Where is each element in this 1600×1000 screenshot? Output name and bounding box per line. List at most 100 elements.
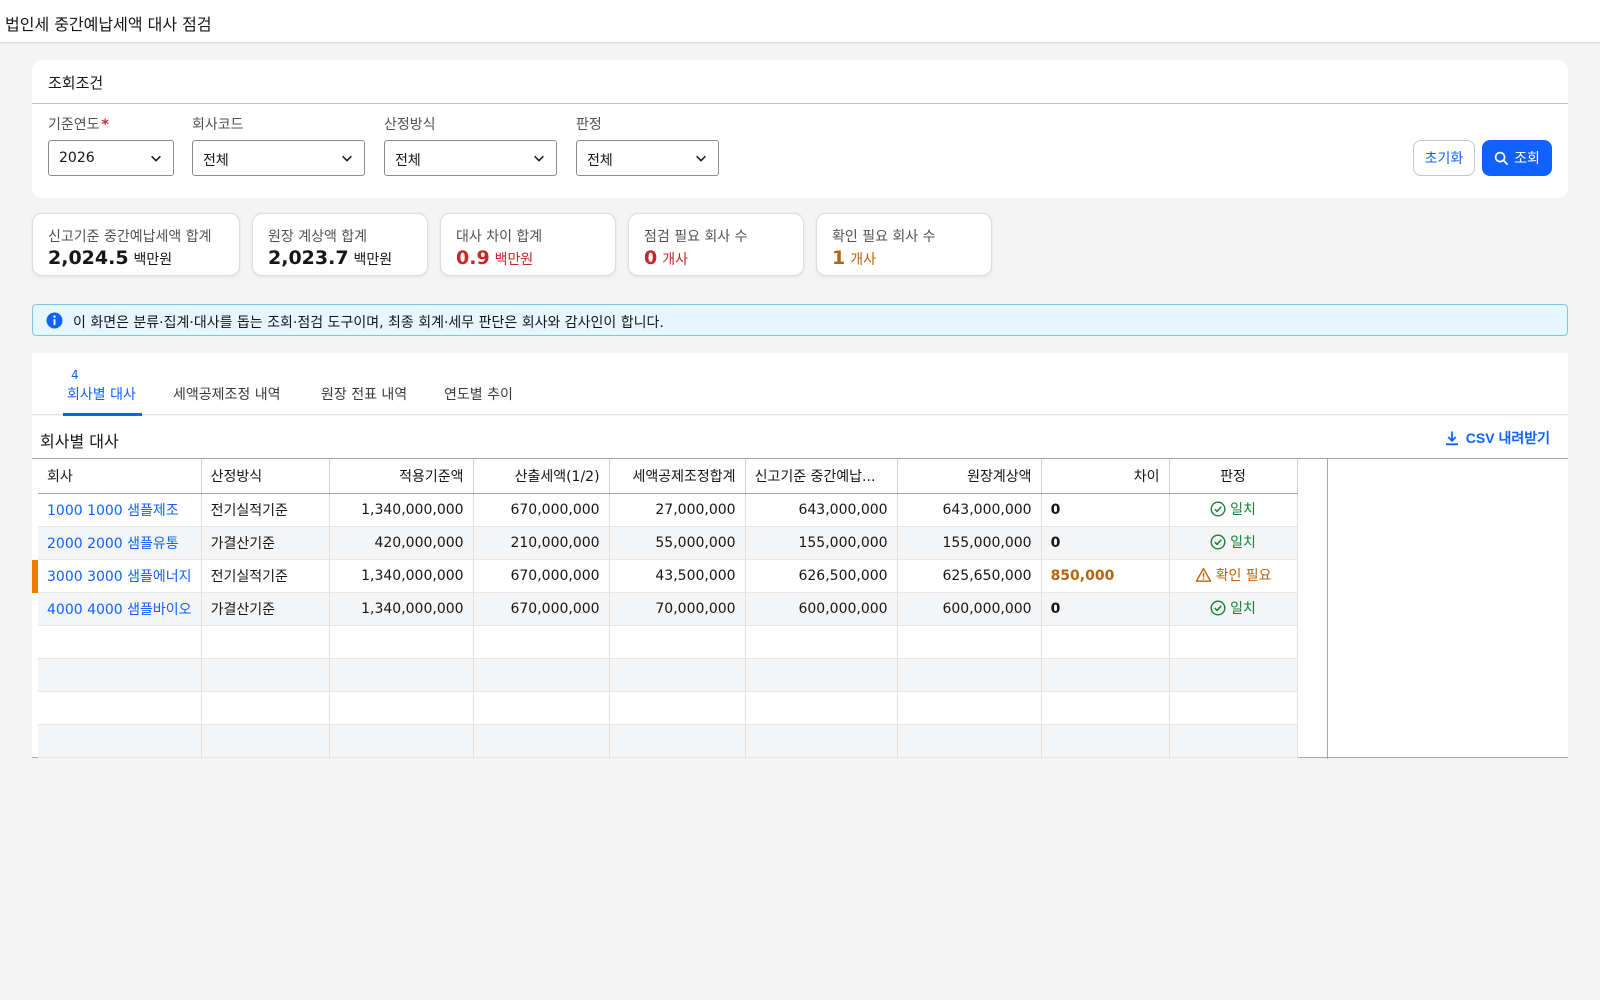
summary-card-value: 0.9 — [456, 247, 490, 269]
company-link[interactable]: 1000 1000 샘플제조 — [47, 503, 179, 519]
cell-filed-amount: 600,000,000 — [745, 592, 898, 626]
column-header-ledger-amount[interactable]: 원장계상액 — [897, 459, 1042, 494]
grid-panel: 회사별 대사 CSV 내려받기 회사 산정방식 적용기준액 산출세액(1/2) … — [32, 416, 1568, 759]
table-header-row: 회사 산정방식 적용기준액 산출세액(1/2) 세액공제조정합계 신고기준 중간… — [38, 459, 1298, 494]
cell-credit-total: 70,000,000 — [609, 592, 746, 626]
summary-card-label: 신고기준 중간예납세액 합계 — [48, 229, 212, 245]
search-button-label: 조회 — [1514, 150, 1540, 166]
csv-download-button[interactable]: CSV 내려받기 — [1444, 428, 1550, 448]
year-select-value: 2026 — [59, 150, 95, 166]
search-button[interactable]: 조회 — [1482, 140, 1552, 176]
table-row[interactable]: 2000 2000 샘플유통 가결산기준 420,000,000 210,000… — [38, 526, 1298, 560]
check-circle-icon — [1210, 500, 1226, 517]
summary-card-check-needed: 점검 필요 회사 수 0 개사 — [628, 213, 804, 276]
column-header-filed-amount[interactable]: 신고기준 중간예납... — [745, 459, 898, 494]
cell-filed-amount: 643,000,000 — [745, 493, 898, 527]
year-label: 기준연도 * — [48, 114, 109, 134]
cell-diff: 0 — [1050, 534, 1061, 551]
company-label: 회사코드 — [192, 117, 244, 133]
reset-button[interactable]: 초기화 — [1413, 140, 1475, 176]
summary-card-label: 원장 계상액 합계 — [268, 229, 368, 245]
cell-diff: 0 — [1050, 600, 1061, 617]
column-header-calc-tax[interactable]: 산출세액(1/2) — [473, 459, 610, 494]
method-select-value: 전체 — [395, 153, 421, 169]
company-link[interactable]: 4000 4000 샘플바이오 — [47, 602, 192, 618]
year-label-text: 기준연도 — [48, 117, 100, 133]
page-title: 법인세 중간예납세액 대사 점검 — [5, 15, 212, 34]
cell-method: 가결산기준 — [201, 526, 330, 560]
column-header-company[interactable]: 회사 — [38, 459, 202, 494]
cell-ledger-amount: 643,000,000 — [897, 493, 1042, 527]
summary-card-label: 확인 필요 회사 수 — [832, 229, 936, 245]
cell-ledger-amount: 600,000,000 — [897, 592, 1042, 626]
tab-count-badge: 4 — [71, 368, 79, 382]
verdict-select[interactable]: 전체 — [576, 140, 719, 176]
summary-card-unit: 백만원 — [133, 252, 173, 268]
verdict-select-value: 전체 — [587, 153, 613, 169]
info-icon — [46, 312, 63, 329]
search-icon — [1494, 151, 1509, 165]
summary-card-label: 대사 차이 합계 — [456, 229, 543, 245]
tab-bar: 4 회사별 대사 세액공제조정 내역 원장 전표 내역 연도별 추이 — [32, 353, 1568, 416]
table-row[interactable]: 4000 4000 샘플바이오 가결산기준 1,340,000,000 670,… — [38, 592, 1298, 626]
warning-icon — [1195, 567, 1211, 582]
filter-panel: 조회조건 기준연도 * 2026 회사코드 전체 산정방식 전체 판정 전체 초기… — [32, 60, 1568, 198]
cell-credit-total: 43,500,000 — [609, 559, 746, 593]
cell-method: 전기실적기준 — [201, 493, 330, 527]
column-header-method[interactable]: 산정방식 — [201, 459, 330, 494]
cell-calc-tax: 670,000,000 — [473, 559, 610, 593]
year-select[interactable]: 2026 — [48, 140, 174, 176]
chevron-down-icon — [534, 155, 544, 162]
cell-calc-tax: 670,000,000 — [473, 493, 610, 527]
column-header-verdict[interactable]: 판정 — [1169, 459, 1298, 494]
chevron-down-icon — [342, 155, 352, 162]
summary-card-value: 0 — [644, 247, 658, 269]
company-select[interactable]: 전체 — [192, 140, 365, 176]
info-banner-text: 이 화면은 분류·집계·대사를 돕는 조회·점검 도구이며, 최종 회계·세무 … — [73, 315, 664, 331]
column-header-credit-total[interactable]: 세액공제조정합계 — [609, 459, 746, 494]
cell-ledger-amount: 625,650,000 — [897, 559, 1042, 593]
empty-row — [38, 658, 1298, 692]
filter-panel-header: 조회조건 — [32, 60, 1568, 104]
data-grid: 회사 산정방식 적용기준액 산출세액(1/2) 세액공제조정합계 신고기준 중간… — [32, 458, 1568, 759]
table-row[interactable]: 3000 3000 샘플에너지 전기실적기준 1,340,000,000 670… — [38, 559, 1298, 593]
cell-filed-amount: 155,000,000 — [745, 526, 898, 560]
column-header-diff[interactable]: 차이 — [1041, 459, 1170, 494]
summary-card-ledger-total: 원장 계상액 합계 2,023.7 백만원 — [252, 213, 428, 276]
company-link[interactable]: 3000 3000 샘플에너지 — [47, 569, 192, 585]
filter-panel-title: 조회조건 — [48, 74, 104, 92]
summary-card-unit: 백만원 — [494, 252, 534, 268]
cell-calc-tax: 210,000,000 — [473, 526, 610, 560]
summary-card-value: 2,023.7 — [268, 247, 349, 269]
top-bar: 법인세 중간예납세액 대사 점검 — [0, 0, 1600, 43]
company-link[interactable]: 2000 2000 샘플유통 — [47, 536, 179, 552]
table-row[interactable]: 1000 1000 샘플제조 전기실적기준 1,340,000,000 670,… — [38, 493, 1298, 527]
status-badge-text: 일치 — [1230, 501, 1256, 518]
summary-card-unit: 백만원 — [353, 252, 393, 268]
tab-label: 회사별 대사 — [67, 387, 136, 403]
status-badge: 일치 — [1210, 499, 1256, 519]
cell-method: 가결산기준 — [201, 592, 330, 626]
method-select[interactable]: 전체 — [384, 140, 557, 176]
csv-download-label: CSV 내려받기 — [1465, 430, 1550, 446]
cell-ledger-amount: 155,000,000 — [897, 526, 1042, 560]
summary-card-diff-total: 대사 차이 합계 0.9 백만원 — [440, 213, 616, 276]
status-badge-text: 일치 — [1230, 600, 1256, 617]
cell-base: 420,000,000 — [329, 526, 474, 560]
check-circle-icon — [1210, 599, 1226, 616]
summary-card-label: 점검 필요 회사 수 — [644, 229, 748, 245]
grid-title: 회사별 대사 — [40, 432, 119, 451]
status-badge-text: 확인 필요 — [1215, 567, 1272, 584]
column-header-base[interactable]: 적용기준액 — [329, 459, 474, 494]
summary-card-value: 2,024.5 — [48, 247, 129, 269]
cell-credit-total: 55,000,000 — [609, 526, 746, 560]
required-mark: * — [101, 117, 109, 133]
download-icon — [1445, 431, 1458, 446]
summary-card-filed-total: 신고기준 중간예납세액 합계 2,024.5 백만원 — [32, 213, 240, 276]
chevron-down-icon — [151, 155, 161, 162]
summary-card-value: 1 — [832, 247, 846, 269]
info-banner: 이 화면은 분류·집계·대사를 돕는 조회·점검 도구이며, 최종 회계·세무 … — [32, 304, 1568, 336]
cell-diff: 0 — [1050, 501, 1061, 518]
tab-label: 세액공제조정 내역 — [173, 387, 281, 403]
method-label: 산정방식 — [384, 117, 436, 133]
